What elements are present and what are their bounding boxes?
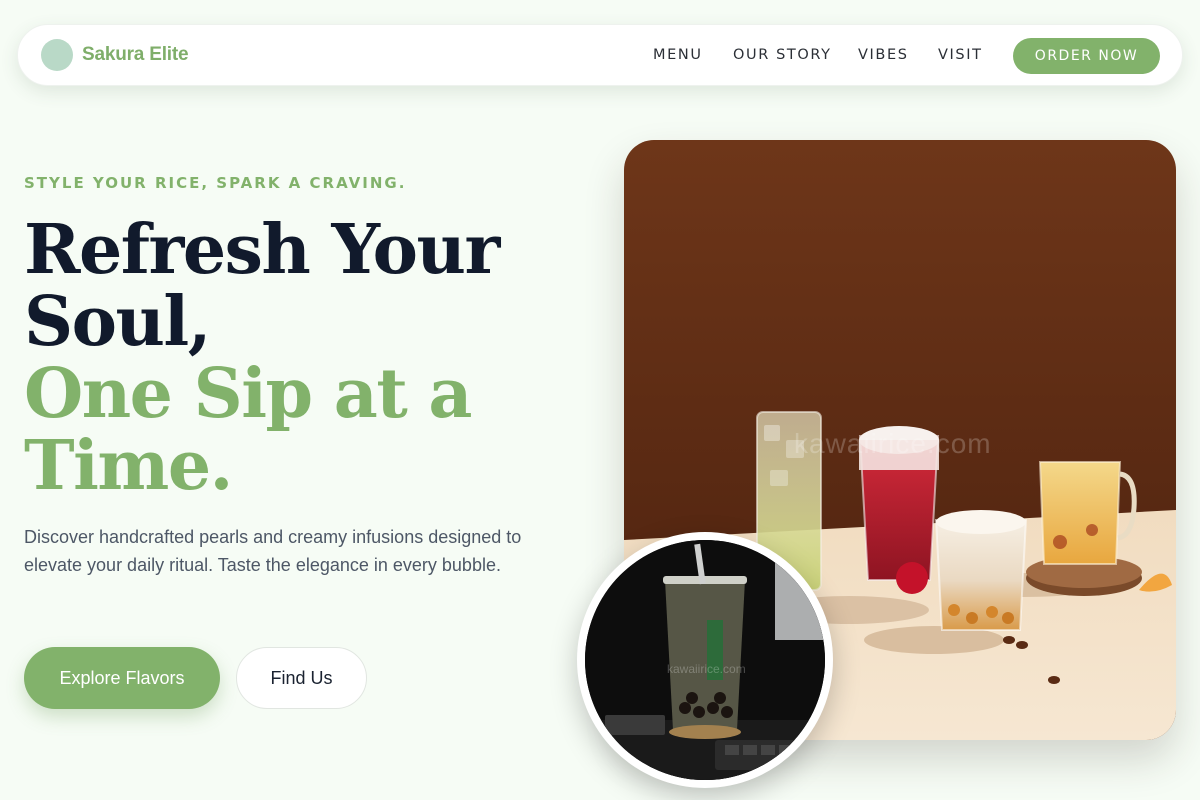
brand-name: Sakura Elite bbox=[82, 44, 189, 65]
hero-description: Discover handcrafted pearls and creamy i… bbox=[24, 527, 522, 575]
brand-logo[interactable]: Sakura Elite bbox=[41, 39, 189, 71]
headline-line: Refresh Your bbox=[24, 210, 500, 290]
explore-flavors-button[interactable]: Explore Flavors bbox=[24, 647, 220, 709]
image-watermark: kawaiirice.com bbox=[794, 428, 992, 459]
hero-tagline: STYLE YOUR RICE, SPARK A CRAVING. bbox=[24, 174, 407, 192]
find-us-button[interactable]: Find Us bbox=[236, 647, 367, 709]
logo-icon bbox=[41, 39, 73, 71]
headline-line: Soul, bbox=[24, 282, 211, 362]
headline-accent-line: Time. bbox=[24, 426, 233, 506]
order-now-button[interactable]: ORDER NOW bbox=[1013, 38, 1160, 74]
featured-drink-image: kawaiirice.com bbox=[577, 532, 833, 788]
top-navbar: Sakura Elite MENU OUR STORY VIBES VISIT … bbox=[17, 24, 1183, 86]
hero-headline: Refresh Your Soul, One Sip at a Time. bbox=[24, 214, 584, 502]
circle-watermark: kawaiirice.com bbox=[667, 662, 746, 676]
headline-accent-line: One Sip at a bbox=[24, 354, 472, 434]
nav-link-visit[interactable]: VISIT bbox=[938, 47, 983, 63]
nav-link-vibes[interactable]: VIBES bbox=[858, 47, 909, 63]
nav-link-our-story[interactable]: OUR STORY bbox=[733, 47, 832, 63]
nav-link-menu[interactable]: MENU bbox=[653, 47, 703, 63]
